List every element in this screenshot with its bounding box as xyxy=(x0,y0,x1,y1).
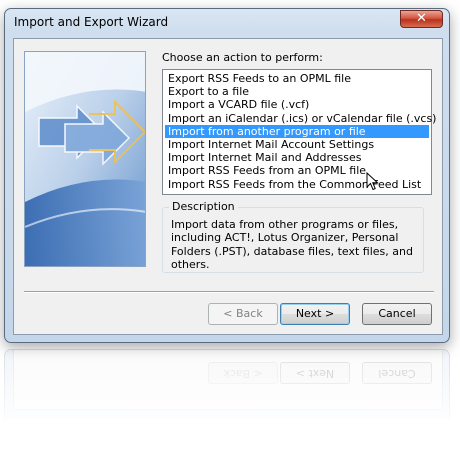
list-item-import-rss-opml[interactable]: Import RSS Feeds from an OPML file xyxy=(165,164,429,177)
description-label: Description xyxy=(169,200,238,213)
list-item-import-vcard[interactable]: Import a VCARD file (.vcf) xyxy=(165,98,429,111)
action-prompt-label: Choose an action to perform: xyxy=(162,51,323,64)
button-divider xyxy=(24,291,434,293)
screen: Import and Export Wizard ✕ Choose an act… xyxy=(0,0,460,474)
back-button[interactable]: < Back xyxy=(208,303,278,325)
list-item-import-from-program[interactable]: Import from another program or file xyxy=(165,124,429,138)
cancel-button[interactable]: Cancel xyxy=(362,303,432,325)
title-bar: Import and Export Wizard ✕ xyxy=(5,9,449,35)
import-export-wizard-window: Import and Export Wizard ✕ Choose an act… xyxy=(4,8,450,343)
list-item-export-rss-opml[interactable]: Export RSS Feeds to an OPML file xyxy=(165,72,429,85)
wizard-illustration xyxy=(24,51,146,267)
list-item-import-rss-common[interactable]: Import RSS Feeds from the Common Feed Li… xyxy=(165,178,429,191)
list-item-export-to-file[interactable]: Export to a file xyxy=(165,85,429,98)
description-text: Import data from other programs or files… xyxy=(171,218,413,272)
reflection-fade xyxy=(0,349,460,474)
window-title: Import and Export Wizard xyxy=(14,15,169,29)
close-button[interactable]: ✕ xyxy=(400,10,443,28)
action-listbox[interactable]: Export RSS Feeds to an OPML file Export … xyxy=(162,69,436,195)
wizard-arrows-illustration xyxy=(25,52,145,266)
description-groupbox: Description Import data from other progr… xyxy=(162,200,424,273)
wizard-client-area: Choose an action to perform: Export RSS … xyxy=(13,38,443,335)
list-item-import-mail-settings[interactable]: Import Internet Mail Account Settings xyxy=(165,138,429,151)
close-icon: ✕ xyxy=(416,11,427,26)
list-item-import-mail-addresses[interactable]: Import Internet Mail and Addresses xyxy=(165,151,429,164)
list-item-import-icalendar[interactable]: Import an iCalendar (.ics) or vCalendar … xyxy=(165,112,436,125)
next-button[interactable]: Next > xyxy=(280,303,350,325)
arrow-pointer-icon xyxy=(366,172,379,191)
